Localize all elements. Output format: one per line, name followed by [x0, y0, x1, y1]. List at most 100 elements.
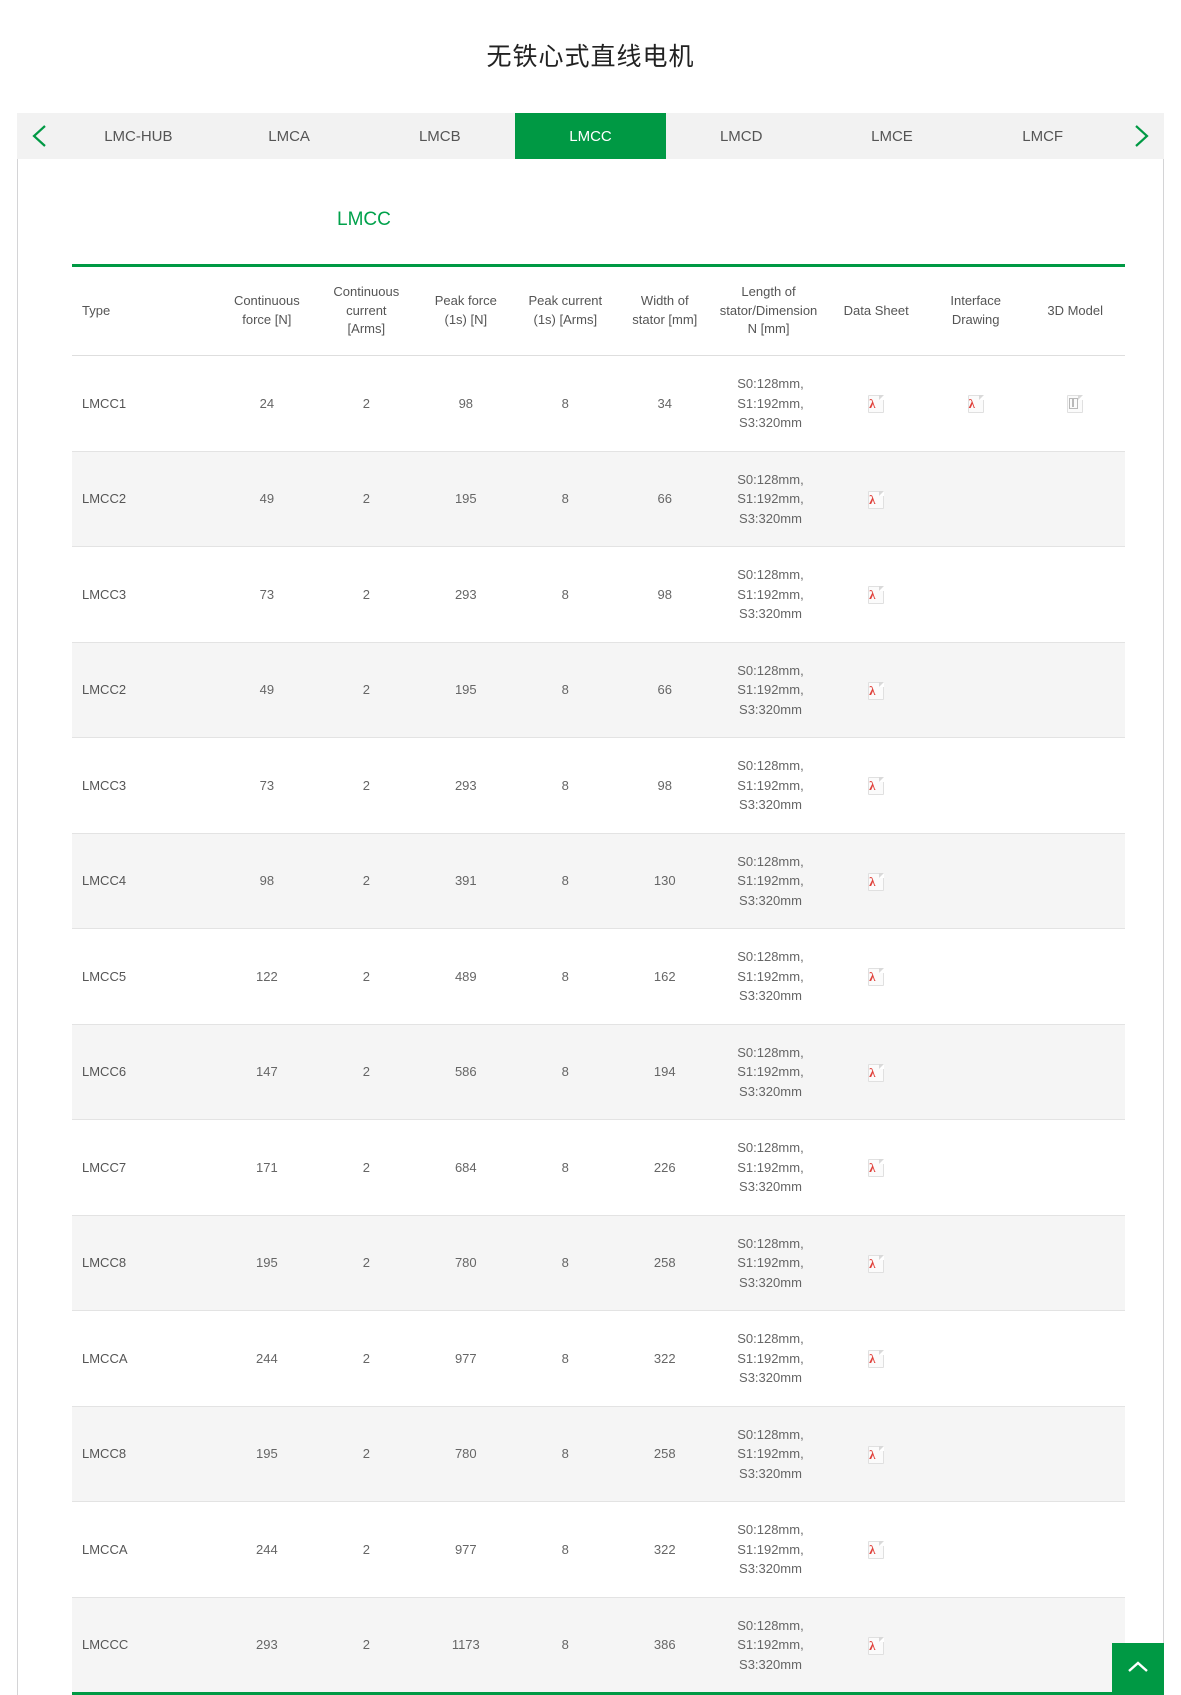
pdf-icon[interactable]: λ	[868, 1446, 884, 1464]
cell-peak-current: 8	[516, 1024, 615, 1120]
cell-3d-model	[1025, 1120, 1125, 1216]
cell-continuous-force: 73	[217, 547, 316, 643]
cell-peak-force: 195	[416, 642, 515, 738]
cell-3d-model	[1025, 738, 1125, 834]
cell-data-sheet[interactable]: λ	[826, 1406, 925, 1502]
cell-continuous-force: 171	[217, 1120, 316, 1216]
tab-lmcb[interactable]: LMCB	[364, 113, 515, 159]
table-row: LMCC512224898162S0:128mm, S1:192mm, S3:3…	[72, 929, 1125, 1025]
pdf-icon[interactable]: λ	[868, 682, 884, 700]
cell-data-sheet[interactable]: λ	[826, 738, 925, 834]
chevron-right-icon[interactable]	[1118, 113, 1164, 159]
cell-3d-model	[1025, 1024, 1125, 1120]
cell-data-sheet[interactable]: λ	[826, 451, 925, 547]
cell-peak-current: 8	[516, 1311, 615, 1407]
tab-label: LMCE	[871, 128, 913, 145]
cell-continuous-force: 293	[217, 1597, 316, 1694]
cell-type: LMCC2	[72, 642, 217, 738]
chevron-left-icon[interactable]	[17, 113, 63, 159]
cell-peak-current: 8	[516, 738, 615, 834]
pdf-icon[interactable]: λ	[868, 1637, 884, 1655]
cell-type: LMCC6	[72, 1024, 217, 1120]
cell-width-of-stator: 226	[615, 1120, 714, 1216]
cell-peak-current: 8	[516, 356, 615, 452]
pdf-icon[interactable]: λ	[868, 1255, 884, 1273]
cell-data-sheet[interactable]: λ	[826, 547, 925, 643]
cell-data-sheet[interactable]: λ	[826, 1502, 925, 1598]
tab-lmcc[interactable]: LMCC	[515, 113, 666, 159]
cell-width-of-stator: 194	[615, 1024, 714, 1120]
cell-length-of-stator: S0:128mm, S1:192mm, S3:320mm	[715, 451, 827, 547]
cell-data-sheet[interactable]: λ	[826, 1215, 925, 1311]
tab-list: LMC-HUBLMCALMCBLMCCLMCD LMCE LMCF	[63, 113, 1118, 159]
cell-3d-model	[1025, 451, 1125, 547]
cell-3d-model	[1025, 1406, 1125, 1502]
cell-data-sheet[interactable]: λ	[826, 1120, 925, 1216]
pdf-icon[interactable]: λ	[868, 1541, 884, 1559]
scroll-to-top-button[interactable]	[1112, 1643, 1164, 1695]
cell-peak-force: 293	[416, 738, 515, 834]
tab-bar: LMC-HUBLMCALMCBLMCCLMCD LMCE LMCF	[17, 113, 1164, 159]
cell-3d-model[interactable]	[1025, 356, 1125, 452]
cell-type: LMCC5	[72, 929, 217, 1025]
table-header-row: Type Continuous force [N] Continuous cur…	[72, 265, 1125, 356]
table-body: LMCC124298834S0:128mm, S1:192mm, S3:320m…	[72, 356, 1125, 1694]
pdf-icon[interactable]: λ	[868, 873, 884, 891]
cell-data-sheet[interactable]: λ	[826, 1597, 925, 1694]
cell-peak-current: 8	[516, 833, 615, 929]
tab-lmcf[interactable]: LMCF	[967, 113, 1118, 159]
cell-continuous-force: 244	[217, 1502, 316, 1598]
pdf-icon[interactable]: λ	[868, 1064, 884, 1082]
tab-lmc-hub[interactable]: LMC-HUB	[63, 113, 214, 159]
cell-interface-drawing	[926, 1406, 1025, 1502]
cell-interface-drawing	[926, 1502, 1025, 1598]
pdf-icon[interactable]: λ	[968, 395, 984, 413]
cell-continuous-current: 2	[317, 833, 416, 929]
tab-lmca[interactable]: LMCA	[214, 113, 365, 159]
cell-interface-drawing	[926, 642, 1025, 738]
cell-length-of-stator: S0:128mm, S1:192mm, S3:320mm	[715, 547, 827, 643]
pdf-icon[interactable]: λ	[868, 395, 884, 413]
cell-length-of-stator: S0:128mm, S1:192mm, S3:320mm	[715, 1120, 827, 1216]
pdf-icon[interactable]: λ	[868, 491, 884, 509]
cell-length-of-stator: S0:128mm, S1:192mm, S3:320mm	[715, 929, 827, 1025]
cell-type: LMCC2	[72, 451, 217, 547]
pdf-icon[interactable]: λ	[868, 968, 884, 986]
pdf-icon[interactable]: λ	[868, 1350, 884, 1368]
cell-length-of-stator: S0:128mm, S1:192mm, S3:320mm	[715, 1215, 827, 1311]
cell-continuous-force: 98	[217, 833, 316, 929]
col-header-data-sheet: Data Sheet	[826, 265, 925, 356]
cell-peak-force: 98	[416, 356, 515, 452]
cell-peak-force: 195	[416, 451, 515, 547]
cell-data-sheet[interactable]: λ	[826, 929, 925, 1025]
pdf-icon[interactable]: λ	[868, 777, 884, 795]
cell-length-of-stator: S0:128mm, S1:192mm, S3:320mm	[715, 1597, 827, 1694]
table-head: Type Continuous force [N] Continuous cur…	[72, 265, 1125, 356]
col-header-length-of-stator-text: Length of stator/Dimension N [mm]	[719, 283, 819, 340]
cell-interface-drawing[interactable]: λ	[926, 356, 1025, 452]
cell-data-sheet[interactable]: λ	[826, 1311, 925, 1407]
pdf-icon[interactable]: λ	[868, 586, 884, 604]
cell-type: LMCC8	[72, 1215, 217, 1311]
cell-continuous-current: 2	[317, 1311, 416, 1407]
cell-interface-drawing	[926, 833, 1025, 929]
tab-lmce[interactable]: LMCE	[817, 113, 968, 159]
cell-peak-force: 684	[416, 1120, 515, 1216]
cell-data-sheet[interactable]: λ	[826, 1024, 925, 1120]
cell-continuous-force: 49	[217, 451, 316, 547]
page-root: 无铁心式直线电机 LMC-HUBLMCALMCBLMCCLMCDLMCELMCF…	[0, 0, 1181, 1695]
cell-peak-force: 1173	[416, 1597, 515, 1694]
cell-data-sheet[interactable]: λ	[826, 642, 925, 738]
cell-peak-force: 293	[416, 547, 515, 643]
table-row: LMCC819527808258S0:128mm, S1:192mm, S3:3…	[72, 1215, 1125, 1311]
cell-length-of-stator: S0:128mm, S1:192mm, S3:320mm	[715, 356, 827, 452]
col-header-type: Type	[72, 265, 217, 356]
cell-interface-drawing	[926, 1215, 1025, 1311]
cell-data-sheet[interactable]: λ	[826, 356, 925, 452]
3d-model-icon[interactable]	[1067, 395, 1083, 413]
cell-length-of-stator: S0:128mm, S1:192mm, S3:320mm	[715, 738, 827, 834]
tab-lmcd[interactable]: LMCD	[666, 113, 817, 159]
pdf-icon[interactable]: λ	[868, 1159, 884, 1177]
cell-interface-drawing	[926, 738, 1025, 834]
cell-data-sheet[interactable]: λ	[826, 833, 925, 929]
